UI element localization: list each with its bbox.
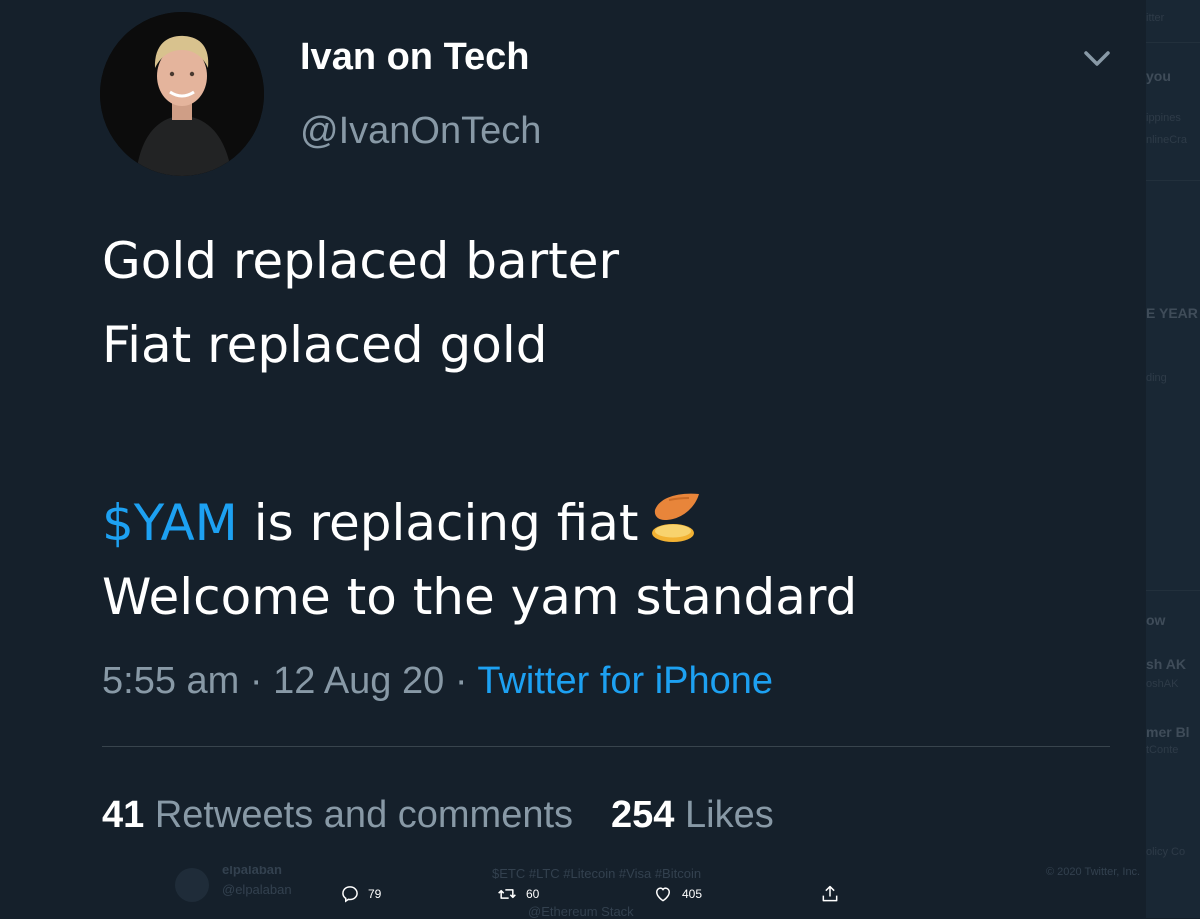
sidebar-fragment: olicy Co bbox=[1146, 846, 1186, 858]
divider bbox=[102, 746, 1110, 747]
tweet-text-line: Fiat replaced gold bbox=[102, 316, 548, 374]
avatar[interactable] bbox=[100, 12, 264, 176]
background-sidebar: itter you ippines nlineCra E YEAR ding o… bbox=[1146, 0, 1200, 918]
author-name[interactable]: Ivan on Tech bbox=[300, 36, 529, 79]
chevron-down-icon bbox=[1084, 51, 1110, 66]
tweet-text-line: Gold replaced barter bbox=[102, 232, 620, 290]
retweets-count: 41 bbox=[102, 794, 145, 836]
reply-icon bbox=[342, 886, 358, 903]
background-feed: elpalaban @elpalaban $ETC #LTC #Litecoin… bbox=[0, 862, 1146, 919]
cashtag-link[interactable]: $YAM bbox=[102, 494, 238, 552]
sidebar-fragment: ow bbox=[1146, 612, 1166, 628]
author-handle[interactable]: @IvanOnTech bbox=[300, 110, 541, 153]
footer-copyright: © 2020 Twitter, Inc. bbox=[1046, 866, 1141, 878]
share-icon bbox=[822, 885, 838, 902]
tweet-time[interactable]: 5:55 am bbox=[102, 660, 239, 702]
ghost-link: @Ethereum Stack bbox=[528, 904, 634, 919]
sidebar-divider bbox=[1146, 590, 1200, 591]
meta-separator: · bbox=[444, 660, 478, 702]
reply-action[interactable]: 79 bbox=[340, 884, 381, 904]
sidebar-fragment: sh AK bbox=[1146, 656, 1186, 672]
tweet-menu-button[interactable] bbox=[1080, 44, 1114, 74]
sidebar-fragment: mer Bl bbox=[1146, 724, 1190, 740]
tweet-date[interactable]: 12 Aug 20 bbox=[273, 660, 444, 702]
sidebar-divider bbox=[1146, 180, 1200, 181]
sidebar-fragment: you bbox=[1146, 68, 1171, 84]
sidebar-fragment: nlineCra bbox=[1146, 134, 1187, 146]
tweet-source-link[interactable]: Twitter for iPhone bbox=[477, 660, 773, 702]
sidebar-fragment: ippines bbox=[1146, 112, 1181, 124]
yam-emoji bbox=[649, 488, 705, 552]
tweet-metadata: 5:55 am · 12 Aug 20 · Twitter for iPhone bbox=[102, 660, 773, 703]
sidebar-fragment: E YEAR bbox=[1146, 305, 1198, 321]
likes-count: 254 bbox=[611, 794, 675, 836]
like-count: 405 bbox=[682, 887, 703, 901]
share-action[interactable] bbox=[820, 884, 840, 904]
retweet-count: 60 bbox=[526, 887, 540, 901]
like-action[interactable]: 405 bbox=[652, 884, 702, 904]
tweet-stats: 41 Retweets and comments 254 Likes bbox=[102, 794, 774, 837]
retweet-icon bbox=[498, 889, 516, 899]
ghost-user-handle: @elpalaban bbox=[222, 882, 292, 897]
sidebar-divider bbox=[1146, 42, 1200, 43]
profile-photo bbox=[100, 12, 264, 176]
likes-stat[interactable]: 254 Likes bbox=[611, 794, 774, 836]
reply-count: 79 bbox=[368, 887, 382, 901]
retweet-action[interactable]: 60 bbox=[496, 884, 539, 904]
avatar bbox=[175, 868, 209, 902]
sidebar-fragment: ding bbox=[1146, 372, 1167, 384]
tweet-text-line: $YAM is replacing fiat bbox=[102, 488, 705, 552]
yam-icon bbox=[651, 493, 699, 542]
likes-label: Likes bbox=[674, 794, 774, 836]
heart-icon bbox=[655, 887, 671, 902]
meta-separator: · bbox=[239, 660, 274, 702]
ghost-hashtags: $ETC #LTC #Litecoin #Visa #Bitcoin bbox=[492, 866, 702, 881]
sidebar-fragment: oshAK bbox=[1146, 678, 1179, 690]
tweet-text-line: Welcome to the yam standard bbox=[102, 568, 858, 626]
sidebar-fragment: tConte bbox=[1146, 744, 1179, 756]
retweets-stat[interactable]: 41 Retweets and comments bbox=[102, 794, 573, 836]
tweet-text-rest: is replacing fiat bbox=[237, 494, 639, 552]
retweets-label: Retweets and comments bbox=[144, 794, 574, 836]
sidebar-fragment: itter bbox=[1146, 12, 1165, 24]
